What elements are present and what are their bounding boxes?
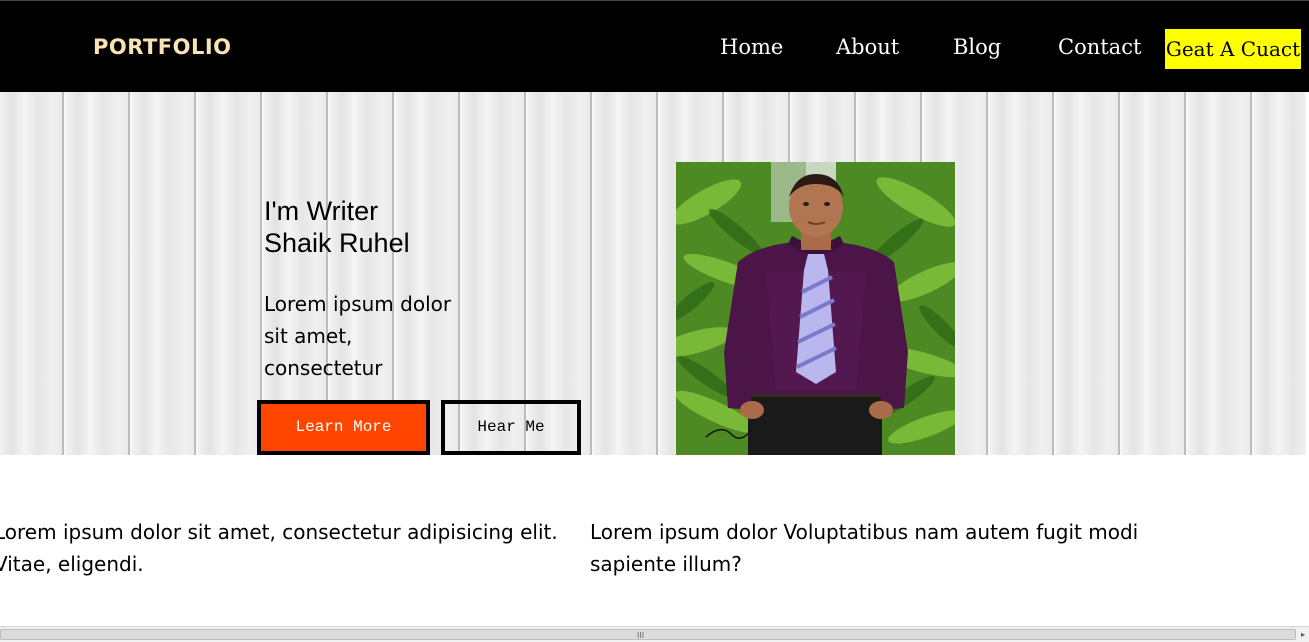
page: PORTFOLIO Home About Blog Contact Geat A… [0,0,1309,642]
learn-more-button[interactable]: Learn More [257,400,430,455]
profile-photo [676,162,955,455]
hero-section: I'm Writer Shaik Ruhel Lorem ipsum dolor… [0,92,1306,455]
intro-text-right: Lorem ipsum dolor Voluptatibus nam autem… [590,520,1139,576]
hear-me-button[interactable]: Hear Me [441,400,581,455]
logo[interactable]: PORTFOLIO [93,35,232,59]
hero-name: Shaik Ruhel [264,228,410,258]
nav-link-home[interactable]: Home [720,35,783,59]
hero-description: Lorem ipsum dolor sit amet, consectetur [264,292,452,380]
hero-role: I'm Writer [264,196,379,226]
nav-link-blog[interactable]: Blog [953,35,1001,59]
intro-text-left: Lorem ipsum dolor sit amet, consectetur … [0,520,558,576]
horizontal-scrollbar[interactable]: III ▸ [0,626,1309,642]
scrollbar-grip-icon: III [637,631,645,640]
scrollbar-thumb[interactable]: III [0,629,1296,640]
scroll-right-arrow-icon[interactable]: ▸ [1297,627,1309,642]
nav-link-about[interactable]: About [836,35,899,59]
navbar: PORTFOLIO Home About Blog Contact Geat A… [0,0,1309,92]
nav-link-contact[interactable]: Contact [1058,35,1141,59]
get-a-contact-button[interactable]: Geat A Cuact [1165,29,1301,69]
profile-photo-illustration [676,162,955,455]
